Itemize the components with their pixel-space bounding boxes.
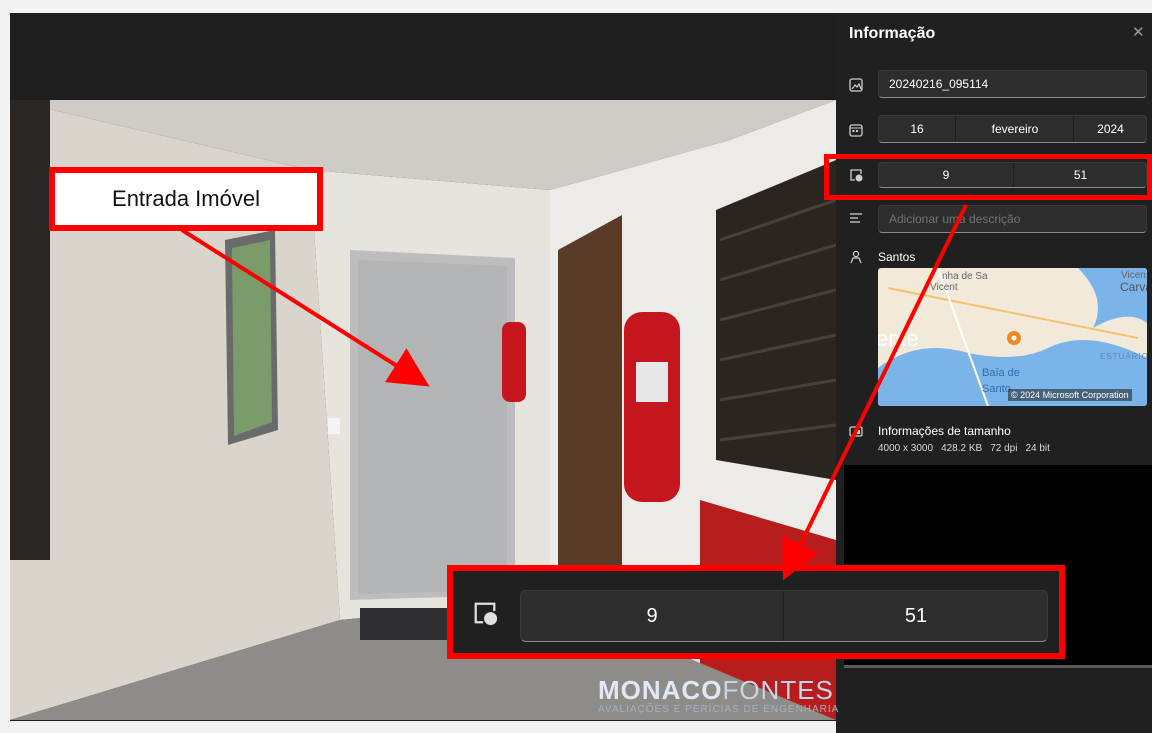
map-copyright: © 2024 Microsoft Corporation <box>1008 389 1132 401</box>
map-label: Vicent <box>930 282 958 293</box>
size-info-title: Informações de tamanho <box>878 424 1011 438</box>
map-label: Santo <box>982 383 1011 395</box>
panel-title: Informação <box>849 25 936 42</box>
description-lines-icon <box>848 211 864 227</box>
location-map[interactable]: nha de Sa Vicent Vicen Carva ente ESTUÁR… <box>878 268 1147 406</box>
location-person-icon <box>848 250 864 266</box>
date-year[interactable]: 2024 <box>1073 116 1147 142</box>
close-icon[interactable]: ✕ <box>1132 23 1145 41</box>
location-label: Santos <box>878 250 916 264</box>
watermark-brand-bold: MONACO <box>598 675 723 705</box>
map-label: ESTUÁRIO <box>1100 352 1147 361</box>
watermark-tagline: AVALIAÇÕES E PERÍCIAS DE ENGENHARIA <box>598 704 840 715</box>
description-input[interactable] <box>878 205 1147 233</box>
watermark-brand-light: FONTES <box>722 675 834 705</box>
calendar-icon <box>848 123 864 139</box>
map-label: Baía de <box>982 367 1020 379</box>
map-label: ente <box>878 326 919 351</box>
date-day[interactable]: 16 <box>879 116 955 142</box>
watermark-logo: MONACOFONTES AVALIAÇÕES E PERÍCIAS DE EN… <box>598 675 839 715</box>
file-size: 428.2 KB <box>941 443 983 454</box>
size-info-details: 4000 x 3000 428.2 KB 72 dpi 24 bit <box>878 443 1050 454</box>
date-month[interactable]: fevereiro <box>955 116 1074 142</box>
size-icon <box>848 424 864 440</box>
bit-depth: 24 bit <box>1025 443 1050 454</box>
filename-field[interactable]: 20240216_095114 <box>878 70 1147 98</box>
image-dimensions: 4000 x 3000 <box>878 443 934 454</box>
divider <box>844 665 1152 668</box>
date-picker[interactable]: 16 fevereiro 2024 <box>878 115 1147 143</box>
highlight-frame <box>824 154 1152 200</box>
map-label: Carva <box>1120 280 1147 294</box>
image-icon <box>848 78 864 94</box>
map-label: nha de Sa <box>942 271 988 282</box>
callout-label: Entrada Imóvel <box>49 167 323 231</box>
zoom-highlight-frame <box>447 565 1065 659</box>
image-dpi: 72 dpi <box>990 443 1018 454</box>
